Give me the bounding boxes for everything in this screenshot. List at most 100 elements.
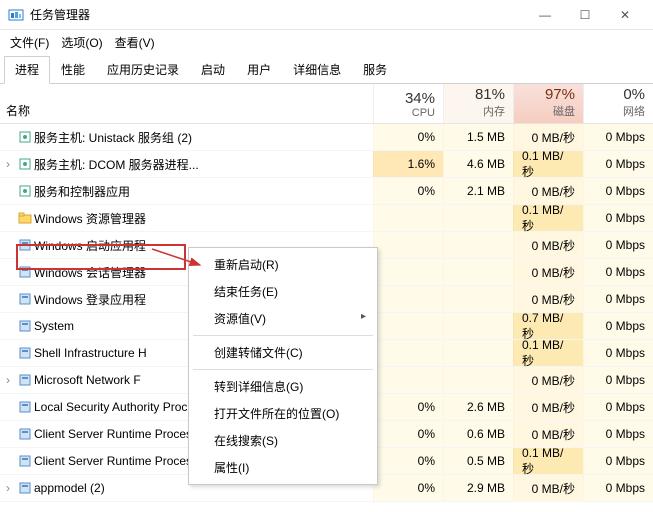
tab-5[interactable]: 详细信息	[282, 56, 352, 84]
expand-toggle[interactable]	[0, 205, 16, 231]
maximize-button[interactable]: ☐	[565, 0, 605, 30]
expand-toggle[interactable]: ›	[0, 475, 16, 501]
cell-memory: 0.6 MB	[443, 421, 513, 447]
process-icon	[16, 367, 34, 393]
cell-cpu	[373, 232, 443, 258]
cell-network: 0 Mbps	[583, 178, 653, 204]
col-memory[interactable]: 81% 内存	[443, 84, 513, 123]
cell-network: 0 Mbps	[583, 340, 653, 366]
process-icon	[16, 421, 34, 447]
table-header: 名称 34% CPU 81% 内存 97% 磁盘 0% 网络	[0, 84, 653, 124]
cell-disk: 0.1 MB/秒	[513, 151, 583, 177]
expand-toggle[interactable]	[0, 421, 16, 447]
cell-network: 0 Mbps	[583, 313, 653, 339]
menu-item[interactable]: 资源值(V)	[192, 305, 374, 332]
cell-cpu: 0%	[373, 475, 443, 501]
process-icon	[16, 124, 34, 150]
menu-item[interactable]: 重新启动(R)	[192, 251, 374, 278]
cell-disk: 0 MB/秒	[513, 232, 583, 258]
cell-disk: 0 MB/秒	[513, 286, 583, 312]
cell-memory: 1.5 MB	[443, 124, 513, 150]
cell-cpu	[373, 340, 443, 366]
expand-toggle[interactable]	[0, 259, 16, 285]
menu-item[interactable]: 创建转储文件(C)	[192, 339, 374, 366]
menu-item[interactable]: 打开文件所在的位置(O)	[192, 400, 374, 427]
window-title: 任务管理器	[30, 6, 525, 23]
process-name: 服务主机: Unistack 服务组 (2)	[34, 124, 373, 150]
tab-3[interactable]: 启动	[190, 56, 236, 84]
expand-toggle[interactable]	[0, 124, 16, 150]
cell-network: 0 Mbps	[583, 232, 653, 258]
menu-item[interactable]: 转到详细信息(G)	[192, 373, 374, 400]
process-icon	[16, 475, 34, 501]
cell-cpu: 1.6%	[373, 151, 443, 177]
menu-item[interactable]: 属性(I)	[192, 454, 374, 481]
menu-separator	[193, 369, 373, 370]
cell-memory	[443, 232, 513, 258]
cell-network: 0 Mbps	[583, 205, 653, 231]
expand-toggle[interactable]: ›	[0, 367, 16, 393]
cell-memory	[443, 367, 513, 393]
cell-cpu	[373, 205, 443, 231]
process-icon	[16, 205, 34, 231]
table-row[interactable]: 服务主机: Unistack 服务组 (2)0%1.5 MB0 MB/秒0 Mb…	[0, 124, 653, 151]
cell-cpu	[373, 313, 443, 339]
table-row[interactable]: ›服务主机: DCOM 服务器进程...1.6%4.6 MB0.1 MB/秒0 …	[0, 151, 653, 178]
tab-2[interactable]: 应用历史记录	[96, 56, 190, 84]
tab-0[interactable]: 进程	[4, 56, 50, 84]
app-icon	[8, 7, 24, 23]
col-name[interactable]: 名称	[0, 84, 373, 123]
menu-view[interactable]: 查看(V)	[115, 34, 155, 51]
cell-memory: 0.5 MB	[443, 448, 513, 474]
cell-network: 0 Mbps	[583, 259, 653, 285]
menu-file[interactable]: 文件(F)	[10, 34, 49, 51]
menu-bar: 文件(F) 选项(O) 查看(V)	[0, 30, 653, 55]
table-row[interactable]: Windows 资源管理器 0.1 MB/秒0 Mbps	[0, 205, 653, 232]
menu-options[interactable]: 选项(O)	[61, 34, 102, 51]
cell-network: 0 Mbps	[583, 286, 653, 312]
table-row[interactable]: 服务和控制器应用0%2.1 MB0 MB/秒0 Mbps	[0, 178, 653, 205]
cell-disk: 0.1 MB/秒	[513, 340, 583, 366]
expand-toggle[interactable]	[0, 313, 16, 339]
expand-toggle[interactable]	[0, 340, 16, 366]
col-disk[interactable]: 97% 磁盘	[513, 84, 583, 123]
cell-cpu	[373, 259, 443, 285]
col-cpu[interactable]: 34% CPU	[373, 84, 443, 123]
cell-disk: 0.1 MB/秒	[513, 205, 583, 231]
cell-cpu: 0%	[373, 178, 443, 204]
process-name: 服务主机: DCOM 服务器进程...	[34, 151, 373, 177]
cell-network: 0 Mbps	[583, 394, 653, 420]
cell-cpu	[373, 286, 443, 312]
cell-network: 0 Mbps	[583, 448, 653, 474]
process-icon	[16, 340, 34, 366]
cell-cpu: 0%	[373, 394, 443, 420]
menu-item[interactable]: 在线搜索(S)	[192, 427, 374, 454]
col-network[interactable]: 0% 网络	[583, 84, 653, 123]
expand-toggle[interactable]	[0, 394, 16, 420]
process-icon	[16, 313, 34, 339]
expand-toggle[interactable]	[0, 178, 16, 204]
cell-cpu: 0%	[373, 448, 443, 474]
process-icon	[16, 286, 34, 312]
tab-6[interactable]: 服务	[352, 56, 398, 84]
tab-bar: 进程性能应用历史记录启动用户详细信息服务	[0, 55, 653, 84]
expand-toggle[interactable]	[0, 448, 16, 474]
cell-memory: 2.1 MB	[443, 178, 513, 204]
close-button[interactable]: ✕	[605, 0, 645, 30]
minimize-button[interactable]: —	[525, 0, 565, 30]
tab-4[interactable]: 用户	[236, 56, 282, 84]
menu-item[interactable]: 结束任务(E)	[192, 278, 374, 305]
expand-toggle[interactable]	[0, 232, 16, 258]
cell-cpu: 0%	[373, 421, 443, 447]
cell-network: 0 Mbps	[583, 151, 653, 177]
title-bar: 任务管理器 — ☐ ✕	[0, 0, 653, 30]
process-icon	[16, 151, 34, 177]
expand-toggle[interactable]	[0, 286, 16, 312]
process-icon	[16, 448, 34, 474]
process-name: Windows 资源管理器	[34, 205, 373, 231]
expand-toggle[interactable]: ›	[0, 151, 16, 177]
cell-network: 0 Mbps	[583, 421, 653, 447]
tab-1[interactable]: 性能	[50, 56, 96, 84]
process-icon	[16, 394, 34, 420]
cell-disk: 0 MB/秒	[513, 367, 583, 393]
